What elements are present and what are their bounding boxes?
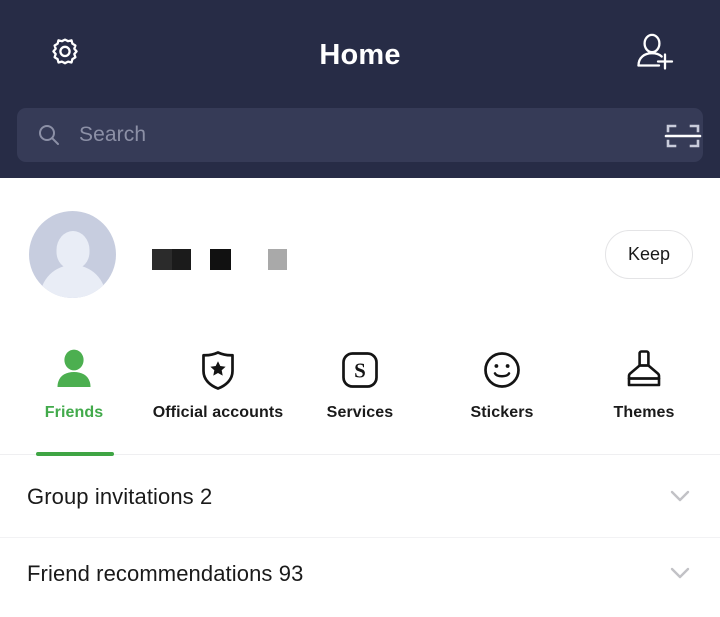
tab-themes[interactable]: Themes (572, 330, 716, 456)
redaction-block (268, 249, 287, 270)
tab-friends[interactable]: Friends (2, 330, 146, 456)
header-top-bar: Home (0, 0, 720, 105)
tab-label: Themes (613, 404, 675, 421)
list-item[interactable]: Friend recommendations 93 (0, 535, 720, 612)
add-friend-icon (633, 30, 679, 81)
avatar-body-shape (39, 265, 106, 298)
section-list: Group invitations 2 Friend recommendatio… (0, 456, 720, 617)
app-header: Home Search (0, 0, 720, 178)
avatar[interactable] (29, 211, 116, 298)
redaction-block (210, 249, 231, 270)
active-tab-indicator (36, 452, 114, 456)
chevron-down-icon[interactable] (666, 562, 694, 584)
person-filled-icon (51, 347, 97, 393)
shield-star-icon (195, 347, 241, 393)
search-icon (37, 123, 61, 147)
search-bar[interactable]: Search (17, 108, 703, 162)
list-item-label: Friend recommendations 93 (27, 561, 304, 586)
list-item-label: Group invitations 2 (27, 484, 213, 509)
category-tabs: Friends Official accounts S Services Sti… (0, 330, 720, 456)
redaction-block (172, 249, 191, 270)
page-title: Home (319, 39, 401, 71)
svg-text:S: S (354, 359, 366, 383)
tab-label: Friends (44, 404, 104, 421)
tab-services[interactable]: S Services (288, 330, 432, 456)
smiley-face-icon (479, 347, 525, 393)
add-friend-button[interactable] (630, 29, 682, 81)
service-s-icon: S (337, 347, 383, 393)
paintbrush-icon (621, 347, 667, 393)
keep-button[interactable]: Keep (605, 230, 693, 279)
tab-label: Stickers (470, 404, 534, 421)
tab-stickers[interactable]: Stickers (430, 330, 574, 456)
avatar-head-shape (56, 231, 89, 269)
qr-scan-icon[interactable] (662, 121, 704, 151)
list-item[interactable]: Group invitations 2 (0, 458, 720, 538)
tab-label: Official accounts (152, 404, 284, 421)
tab-label: Services (326, 404, 394, 421)
chevron-down-icon[interactable] (666, 485, 694, 507)
search-input-placeholder[interactable]: Search (79, 108, 146, 162)
tab-official-accounts[interactable]: Official accounts (146, 330, 290, 456)
redaction-block (152, 249, 172, 270)
